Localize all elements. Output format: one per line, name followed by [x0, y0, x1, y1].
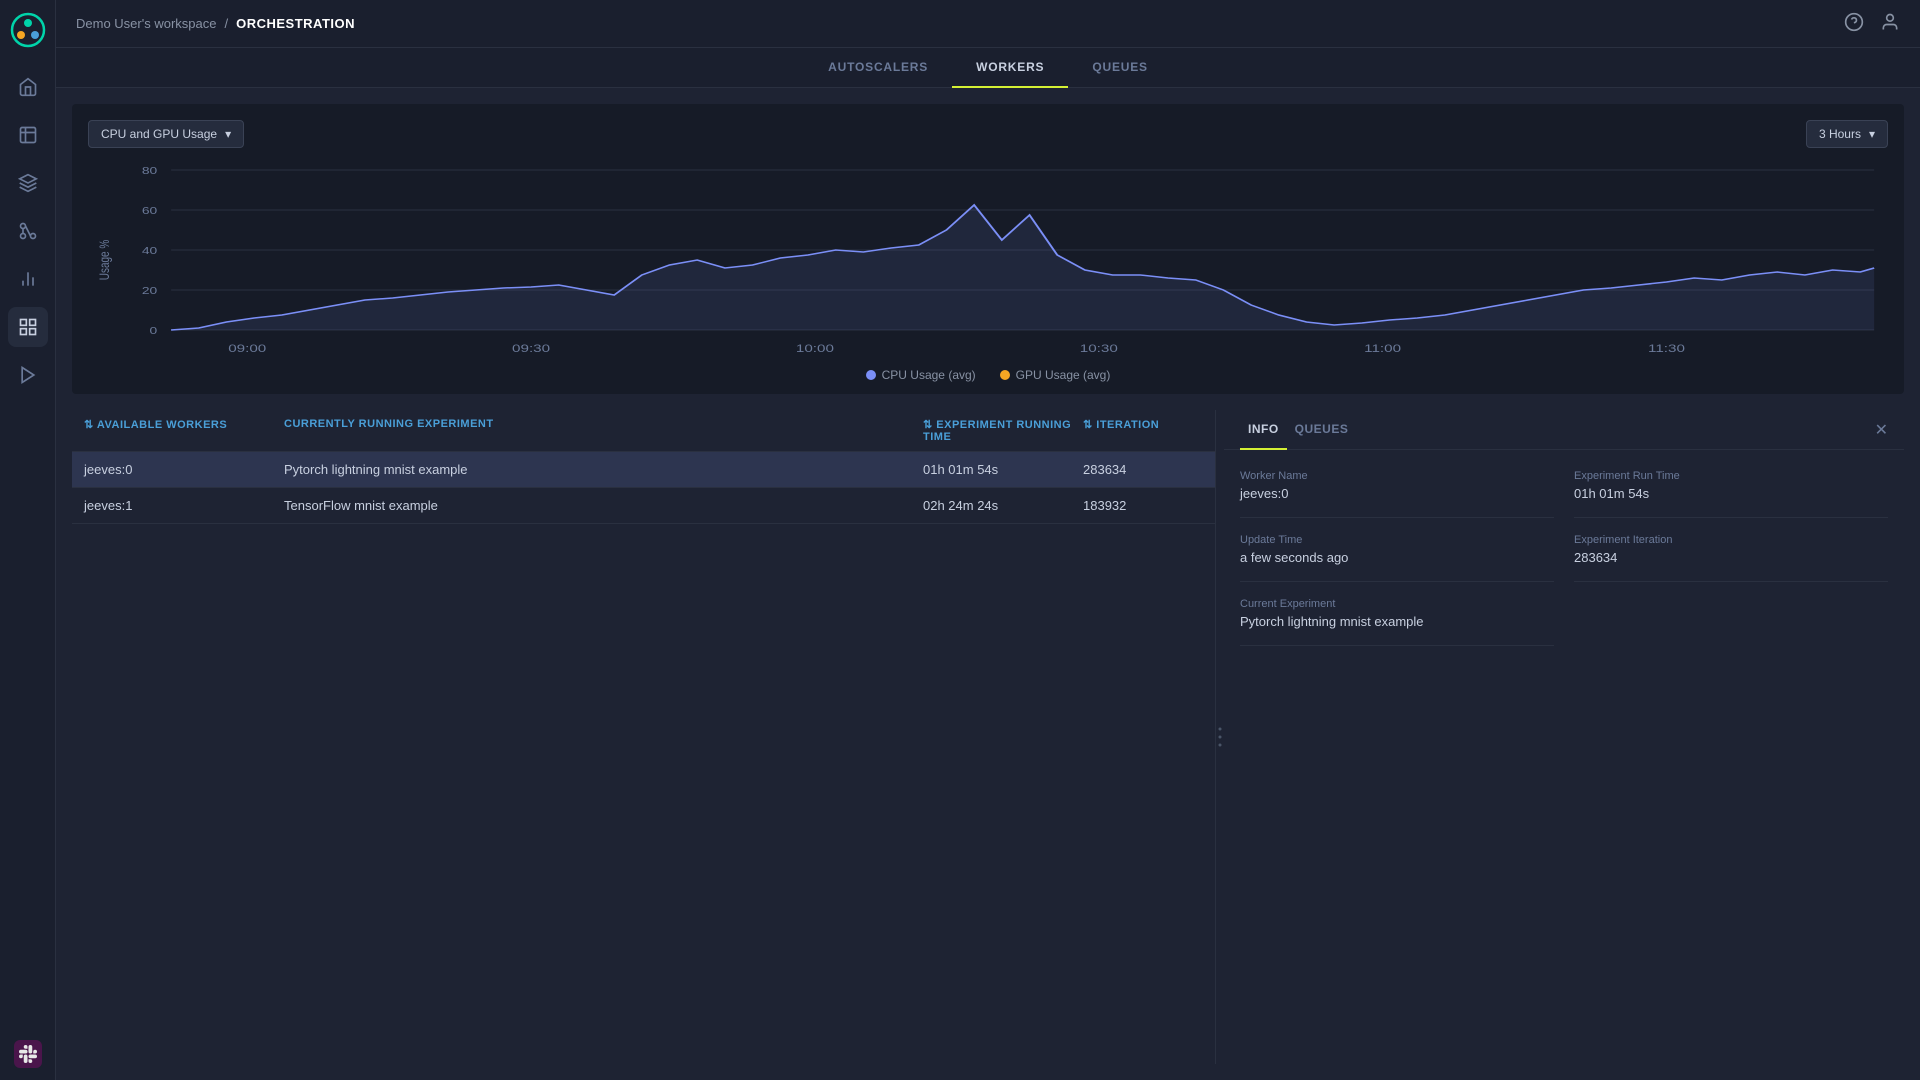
- legend-cpu: CPU Usage (avg): [866, 368, 976, 382]
- topbar-actions: [1844, 12, 1900, 35]
- topbar: Demo User's workspace / ORCHESTRATION: [56, 0, 1920, 48]
- chart-legend: CPU Usage (avg) GPU Usage (avg): [88, 368, 1888, 382]
- cpu-legend-label: CPU Usage (avg): [882, 368, 976, 382]
- svg-text:09:00: 09:00: [228, 342, 266, 354]
- svg-text:40: 40: [142, 245, 158, 257]
- update-time-label: Update Time: [1240, 534, 1554, 546]
- detail-tabs: INFO QUEUES ✕: [1224, 410, 1904, 450]
- table-row[interactable]: jeeves:0 Pytorch lightning mnist example…: [72, 452, 1215, 488]
- sidebar-item-models[interactable]: [8, 163, 48, 203]
- user-icon[interactable]: [1880, 12, 1900, 35]
- svg-text:09:30: 09:30: [512, 342, 550, 354]
- chart-container: CPU and GPU Usage ▾ 3 Hours ▾ 8: [72, 104, 1904, 394]
- experiment-runtime-field: Experiment Run Time 01h 01m 54s: [1574, 470, 1888, 518]
- svg-text:11:30: 11:30: [1648, 342, 1685, 354]
- chart-svg: 80 60 40 20 0 Usage % 09:00 09:30 10:00 …: [88, 160, 1888, 360]
- legend-gpu: GPU Usage (avg): [1000, 368, 1111, 382]
- workers-panel: ⇅ AVAILABLE WORKERS CURRENTLY RUNNING EX…: [72, 410, 1904, 1064]
- sidebar-item-reports[interactable]: [8, 259, 48, 299]
- col-runtime: ⇅ EXPERIMENT RUNNING TIME: [923, 418, 1083, 443]
- cpu-legend-dot: [866, 370, 876, 380]
- update-time-value: a few seconds ago: [1240, 550, 1554, 565]
- page-content: CPU and GPU Usage ▾ 3 Hours ▾ 8: [56, 88, 1920, 1080]
- runtime-1: 02h 24m 24s: [923, 498, 1083, 513]
- experiment-iteration-label: Experiment Iteration: [1574, 534, 1888, 546]
- svg-text:80: 80: [142, 165, 158, 177]
- slack-icon[interactable]: [14, 1040, 42, 1068]
- svg-text:Usage %: Usage %: [96, 240, 112, 281]
- worker-name-1: jeeves:1: [84, 498, 284, 513]
- time-dropdown[interactable]: 3 Hours ▾: [1806, 120, 1888, 148]
- col-experiment: CURRENTLY RUNNING EXPERIMENT: [284, 418, 923, 443]
- tab-queues[interactable]: QUEUES: [1068, 48, 1171, 88]
- help-icon[interactable]: [1844, 12, 1864, 35]
- time-dropdown-label: 3 Hours: [1819, 127, 1861, 141]
- experiment-iteration-value: 283634: [1574, 550, 1888, 565]
- resize-handle[interactable]: [1216, 410, 1224, 1064]
- workers-table: ⇅ AVAILABLE WORKERS CURRENTLY RUNNING EX…: [72, 410, 1216, 1064]
- svg-text:10:00: 10:00: [796, 342, 834, 354]
- gpu-legend-label: GPU Usage (avg): [1016, 368, 1111, 382]
- worker-name-field: Worker Name jeeves:0: [1240, 470, 1554, 518]
- sidebar-item-pipelines[interactable]: [8, 211, 48, 251]
- main-content: Demo User's workspace / ORCHESTRATION AU…: [56, 0, 1920, 1080]
- sidebar-item-home[interactable]: [8, 67, 48, 107]
- current-experiment-value: Pytorch lightning mnist example: [1240, 614, 1554, 629]
- sidebar-item-deploy[interactable]: [8, 355, 48, 395]
- sort-icon-runtime: ⇅: [923, 419, 936, 431]
- sidebar-bottom: [14, 1040, 42, 1068]
- update-time-field: Update Time a few seconds ago: [1240, 534, 1554, 582]
- svg-text:0: 0: [150, 325, 158, 337]
- gpu-legend-dot: [1000, 370, 1010, 380]
- iteration-0: 283634: [1083, 462, 1203, 477]
- metric-dropdown[interactable]: CPU and GPU Usage ▾: [88, 120, 244, 148]
- app-logo[interactable]: [10, 12, 46, 51]
- metric-dropdown-label: CPU and GPU Usage: [101, 127, 217, 141]
- svg-text:20: 20: [142, 285, 158, 297]
- chevron-down-icon: ▾: [225, 127, 231, 141]
- col-workers: ⇅ AVAILABLE WORKERS: [84, 418, 284, 443]
- breadcrumb-separator: /: [224, 16, 228, 31]
- sidebar-item-orchestration[interactable]: [8, 307, 48, 347]
- experiment-runtime-value: 01h 01m 54s: [1574, 486, 1888, 501]
- current-experiment-field: Current Experiment Pytorch lightning mni…: [1240, 598, 1554, 646]
- experiment-name-0: Pytorch lightning mnist example: [284, 462, 923, 477]
- detail-panel: INFO QUEUES ✕ Worker Name jeeves:0 Updat…: [1224, 410, 1904, 1064]
- detail-left-col: Worker Name jeeves:0 Update Time a few s…: [1240, 470, 1554, 646]
- svg-text:10:30: 10:30: [1080, 342, 1118, 354]
- sort-icon-iteration: ⇅: [1083, 419, 1096, 431]
- sidebar-item-experiments[interactable]: [8, 115, 48, 155]
- sidebar: [0, 0, 56, 1080]
- workspace-breadcrumb[interactable]: Demo User's workspace: [76, 16, 216, 31]
- iteration-1: 183932: [1083, 498, 1203, 513]
- svg-text:60: 60: [142, 205, 158, 217]
- experiment-name-1: TensorFlow mnist example: [284, 498, 923, 513]
- section-title: ORCHESTRATION: [236, 16, 355, 31]
- worker-name-label: Worker Name: [1240, 470, 1554, 482]
- col-iteration: ⇅ ITERATION: [1083, 418, 1203, 443]
- current-experiment-label: Current Experiment: [1240, 598, 1554, 610]
- tab-workers[interactable]: WORKERS: [952, 48, 1068, 88]
- nav-tabs: AUTOSCALERS WORKERS QUEUES: [56, 48, 1920, 88]
- experiment-runtime-label: Experiment Run Time: [1574, 470, 1888, 482]
- detail-tab-info[interactable]: INFO: [1240, 410, 1287, 450]
- experiment-iteration-field: Experiment Iteration 283634: [1574, 534, 1888, 582]
- table-row[interactable]: jeeves:1 TensorFlow mnist example 02h 24…: [72, 488, 1215, 524]
- runtime-0: 01h 01m 54s: [923, 462, 1083, 477]
- tab-autoscalers[interactable]: AUTOSCALERS: [804, 48, 952, 88]
- chevron-down-icon-2: ▾: [1869, 127, 1875, 141]
- chart-area: 80 60 40 20 0 Usage % 09:00 09:30 10:00 …: [88, 160, 1888, 360]
- sort-icon-workers: ⇅: [84, 419, 97, 431]
- svg-text:11:00: 11:00: [1364, 342, 1401, 354]
- chart-controls: CPU and GPU Usage ▾ 3 Hours ▾: [88, 120, 1888, 148]
- close-button[interactable]: ✕: [1875, 420, 1888, 440]
- detail-content: Worker Name jeeves:0 Update Time a few s…: [1224, 450, 1904, 666]
- detail-right-col: Experiment Run Time 01h 01m 54s Experime…: [1574, 470, 1888, 646]
- table-header: ⇅ AVAILABLE WORKERS CURRENTLY RUNNING EX…: [72, 410, 1215, 452]
- worker-name-0: jeeves:0: [84, 462, 284, 477]
- detail-tabs-left: INFO QUEUES: [1240, 410, 1356, 449]
- detail-tab-queues[interactable]: QUEUES: [1287, 410, 1357, 450]
- worker-name-value: jeeves:0: [1240, 486, 1554, 501]
